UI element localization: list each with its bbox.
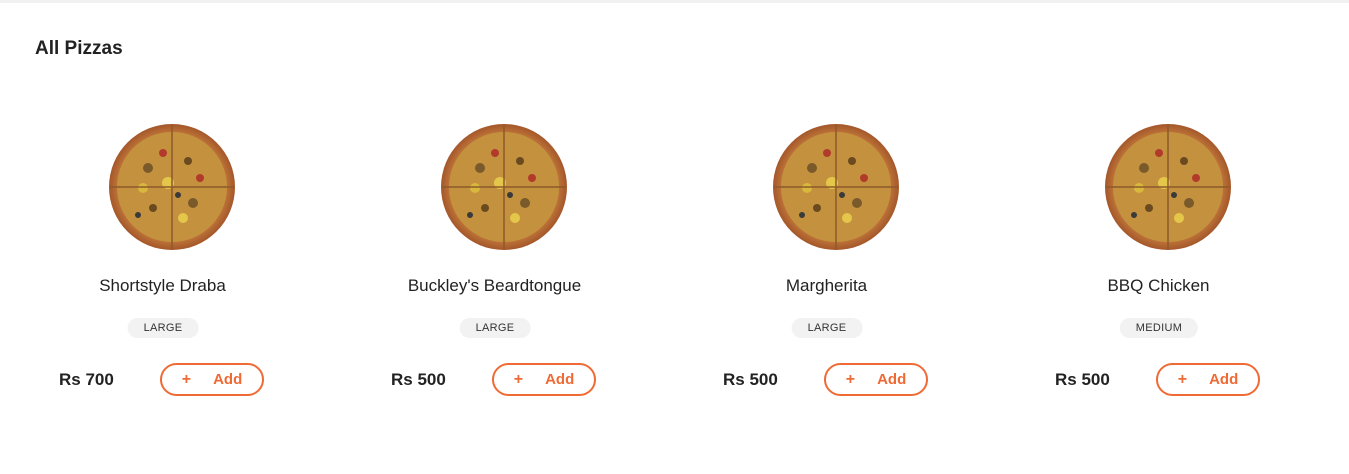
add-label: Add <box>1209 371 1239 388</box>
product-price: Rs 500 <box>391 370 446 389</box>
add-label: Add <box>213 371 243 388</box>
size-badge: MEDIUM <box>1119 318 1199 338</box>
product-name: Buckley's Beardtongue <box>407 276 582 295</box>
add-label: Add <box>545 371 575 388</box>
product-grid: Shortstyle Draba LARGE Rs 700 + Add Buck… <box>0 0 1349 474</box>
pizza-image[interactable] <box>1104 123 1232 251</box>
size-badge: LARGE <box>459 318 531 338</box>
product-card: Buckley's Beardtongue LARGE Rs 500 + Add <box>332 120 664 420</box>
add-label: Add <box>877 371 907 388</box>
size-badge: LARGE <box>791 318 863 338</box>
pizza-image[interactable] <box>108 123 236 251</box>
pizza-image[interactable] <box>440 123 568 251</box>
product-card: Margherita LARGE Rs 500 + Add <box>664 120 996 420</box>
add-to-cart-button[interactable]: + Add <box>492 363 596 396</box>
product-name: Margherita <box>785 276 868 295</box>
add-to-cart-button[interactable]: + Add <box>160 363 264 396</box>
plus-icon: + <box>513 370 524 388</box>
size-badge: LARGE <box>127 318 199 338</box>
add-to-cart-button[interactable]: + Add <box>824 363 928 396</box>
product-name: BBQ Chicken <box>1107 276 1210 295</box>
add-to-cart-button[interactable]: + Add <box>1156 363 1260 396</box>
product-price: Rs 500 <box>1055 370 1110 389</box>
product-price: Rs 700 <box>59 370 114 389</box>
product-card: BBQ Chicken MEDIUM Rs 500 + Add <box>996 120 1328 420</box>
pizza-image[interactable] <box>772 123 900 251</box>
product-name: Shortstyle Draba <box>99 276 226 295</box>
product-price: Rs 500 <box>723 370 778 389</box>
plus-icon: + <box>845 370 856 388</box>
product-card: Shortstyle Draba LARGE Rs 700 + Add <box>0 120 332 420</box>
plus-icon: + <box>1177 370 1188 388</box>
plus-icon: + <box>181 370 192 388</box>
